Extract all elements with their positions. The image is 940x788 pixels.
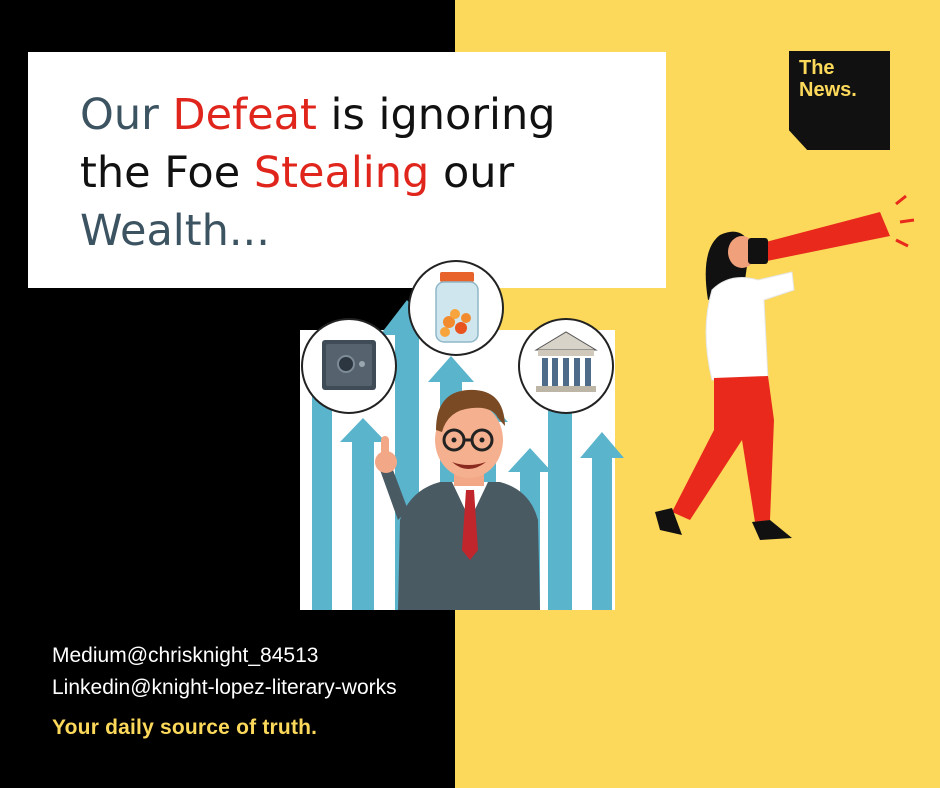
bank-icon bbox=[518, 318, 614, 414]
tagline: Your daily source of truth. bbox=[52, 716, 318, 739]
linkedin-handle: Linkedin@knight-lopez-literary-works bbox=[52, 676, 397, 699]
woman-with-megaphone-illustration bbox=[655, 194, 915, 540]
safe-icon bbox=[301, 318, 397, 414]
author-credits: Medium@chrisknight_84513 Linkedin@knight… bbox=[52, 640, 397, 704]
medium-handle: Medium@chrisknight_84513 bbox=[52, 644, 319, 667]
coin-jar-icon bbox=[408, 260, 504, 356]
